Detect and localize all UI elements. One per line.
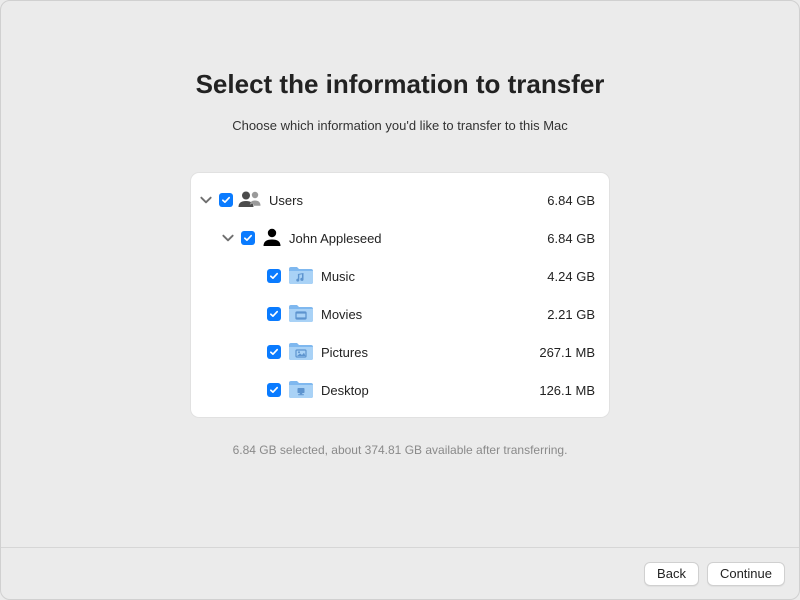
folder-movies-icon	[287, 301, 315, 328]
folder-music-icon	[287, 263, 315, 290]
status-text: 6.84 GB selected, about 374.81 GB availa…	[1, 443, 799, 457]
tree-row-folder-desktop[interactable]: Desktop 126.1 MB	[197, 371, 595, 409]
checkbox-user[interactable]	[241, 231, 255, 245]
tree-size: 2.21 GB	[547, 307, 595, 322]
tree-label: Users	[269, 193, 303, 208]
transfer-tree-panel: Users 6.84 GB John Appleseed 6.84 GB	[191, 173, 609, 417]
tree-row-users[interactable]: Users 6.84 GB	[197, 181, 595, 219]
users-group-icon	[237, 189, 263, 212]
user-silhouette-icon	[261, 227, 283, 250]
back-button[interactable]: Back	[644, 562, 699, 586]
continue-button[interactable]: Continue	[707, 562, 785, 586]
tree-row-user[interactable]: John Appleseed 6.84 GB	[197, 219, 595, 257]
folder-desktop-icon	[287, 377, 315, 404]
tree-size: 6.84 GB	[547, 193, 595, 208]
migration-assistant-window: Select the information to transfer Choos…	[0, 0, 800, 600]
checkbox-movies[interactable]	[267, 307, 281, 321]
tree-row-folder-pictures[interactable]: Pictures 267.1 MB	[197, 333, 595, 371]
tree-label: Pictures	[321, 345, 368, 360]
checkbox-music[interactable]	[267, 269, 281, 283]
page-title: Select the information to transfer	[1, 69, 799, 100]
tree-label: John Appleseed	[289, 231, 382, 246]
chevron-down-icon[interactable]	[199, 193, 213, 207]
tree-size: 4.24 GB	[547, 269, 595, 284]
tree-size: 126.1 MB	[539, 383, 595, 398]
checkbox-desktop[interactable]	[267, 383, 281, 397]
tree-label: Music	[321, 269, 355, 284]
folder-pictures-icon	[287, 339, 315, 366]
page-subtitle: Choose which information you'd like to t…	[1, 118, 799, 133]
tree-row-folder-movies[interactable]: Movies 2.21 GB	[197, 295, 595, 333]
tree-label: Movies	[321, 307, 362, 322]
tree-size: 6.84 GB	[547, 231, 595, 246]
tree-row-folder-music[interactable]: Music 4.24 GB	[197, 257, 595, 295]
chevron-down-icon[interactable]	[221, 231, 235, 245]
checkbox-pictures[interactable]	[267, 345, 281, 359]
tree-size: 267.1 MB	[539, 345, 595, 360]
checkbox-users[interactable]	[219, 193, 233, 207]
tree-label: Desktop	[321, 383, 369, 398]
footer-bar: Back Continue	[1, 547, 799, 599]
